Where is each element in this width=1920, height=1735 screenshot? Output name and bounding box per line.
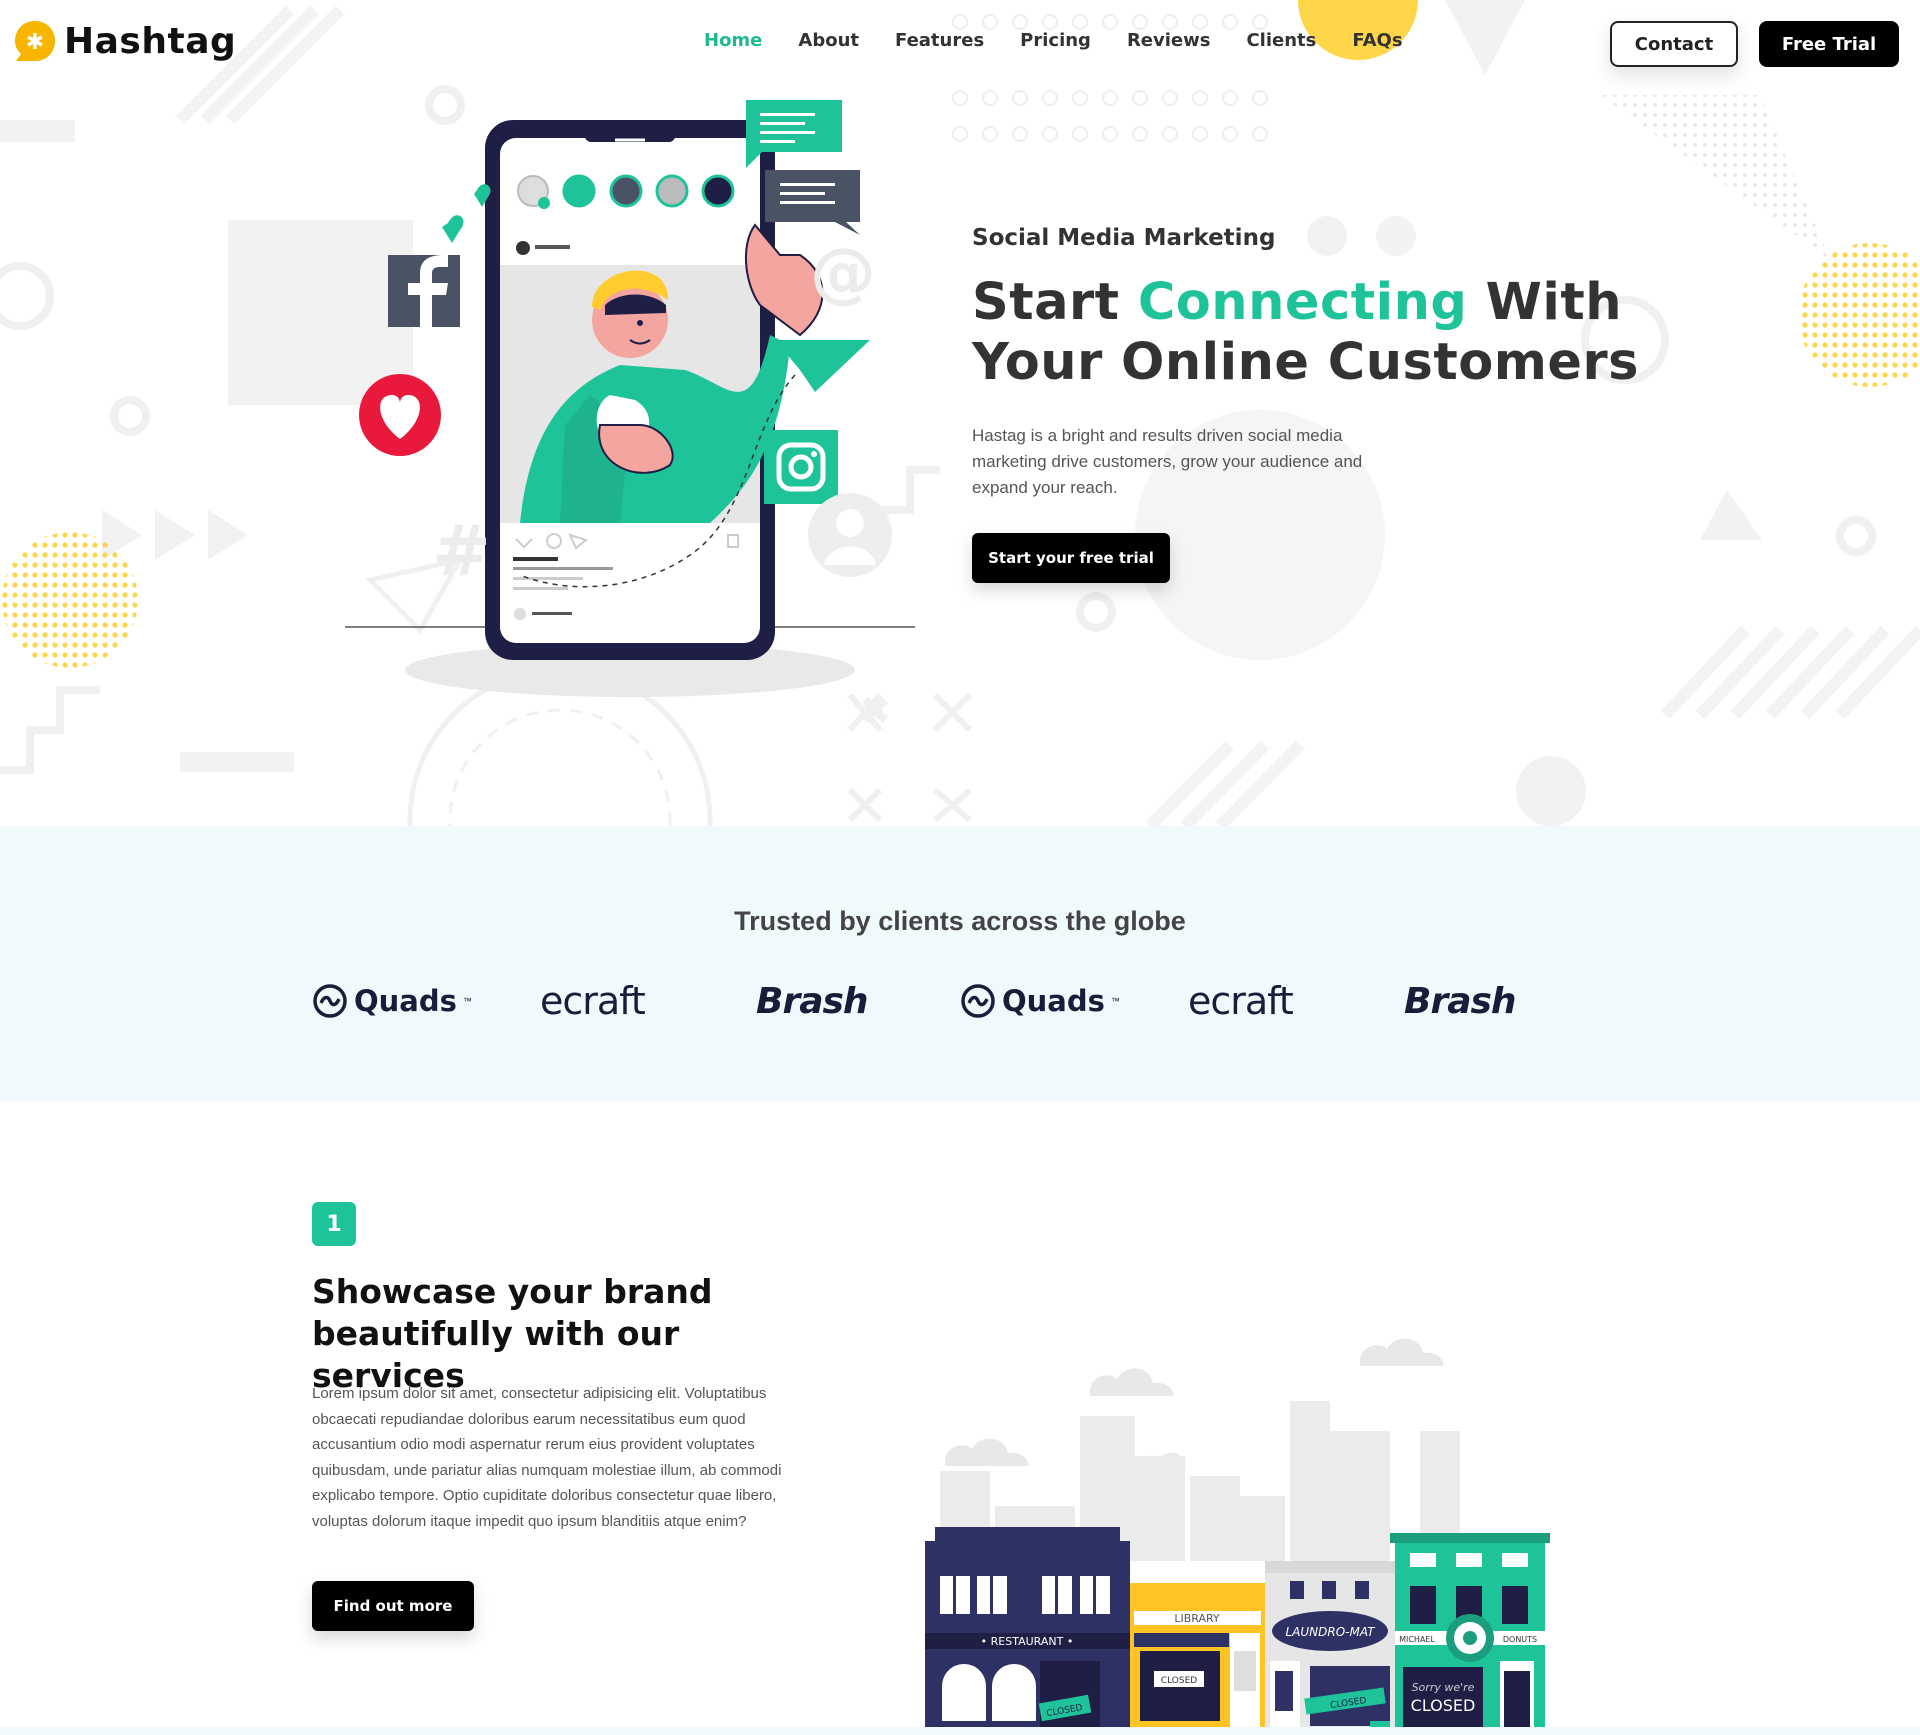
hero-content: Social Media Marketing Start Connecting … <box>972 225 1672 583</box>
hero-title-part2: With <box>1467 273 1623 332</box>
hero-kicker: Social Media Marketing <box>972 225 1276 251</box>
client-logo-quads: Quads ™ <box>960 976 1120 1026</box>
closed-big-text: CLOSED <box>1411 1696 1476 1715</box>
feature-number-badge: 1 <box>312 1202 356 1246</box>
hero-title-part1: Start <box>972 273 1138 332</box>
storefronts-illustration: • RESTAURANT • CLOSED LIBRARY CLOSED LAU… <box>925 1338 1550 1731</box>
svg-text:#: # <box>432 510 491 592</box>
client-logo-name: Brash <box>756 980 869 1022</box>
donut-shop-building: MICHAEL DONUTS Sorry we're CLOSED <box>1390 1533 1550 1731</box>
nav-item-reviews[interactable]: Reviews <box>1127 30 1211 51</box>
nav-item-faqs[interactable]: FAQs <box>1352 30 1402 51</box>
nav-item-clients[interactable]: Clients <box>1246 30 1316 51</box>
donuts-sign: DONUTS <box>1503 1635 1537 1644</box>
contact-button[interactable]: Contact <box>1610 21 1738 67</box>
hero-title-accent: Connecting <box>1137 273 1468 332</box>
hero-title-line2: Your Online Customers <box>972 333 1640 392</box>
free-trial-button[interactable]: Free Trial <box>1759 21 1899 67</box>
client-logo-name: Quads <box>1002 984 1105 1018</box>
feature-title: Showcase your brand beautifully with our… <box>312 1272 713 1395</box>
next-section-strip <box>0 1727 1920 1735</box>
instagram-icon <box>764 430 838 504</box>
nav-item-home[interactable]: Home <box>704 30 762 51</box>
library-building: LIBRARY CLOSED <box>1130 1583 1265 1731</box>
facebook-icon <box>388 254 460 327</box>
brand-name: Hashtag <box>64 20 237 62</box>
trademark-mark: ™ <box>462 996 472 1006</box>
hashtag-logo-icon: ✱ <box>15 21 55 61</box>
feature-section: 1 Showcase your brand beautifully with o… <box>0 1101 1920 1735</box>
laundromat-building: LAUNDRO-MAT CLOSED <box>1265 1561 1395 1731</box>
heart-bubble-icon <box>359 374 441 456</box>
client-logo-ecraft: ecraft <box>540 976 646 1026</box>
main-nav: Home About Features Pricing Reviews Clie… <box>704 30 1403 51</box>
svg-text:✱: ✱ <box>26 30 44 55</box>
feature-text: Lorem ipsum dolor sit amet, consectetur … <box>312 1385 782 1530</box>
client-logo-brash: Brash <box>756 976 869 1026</box>
client-logo-name: Brash <box>1404 980 1517 1022</box>
client-logo-ecraft: ecraft <box>1188 976 1294 1026</box>
clients-title: Trusted by clients across the globe <box>734 906 1186 936</box>
sorry-text: Sorry we're <box>1412 1681 1475 1694</box>
nav-item-features[interactable]: Features <box>895 30 984 51</box>
brand-logo[interactable]: ✱ Hashtag <box>12 18 236 64</box>
quads-logo-icon <box>961 984 995 1018</box>
client-logo-quads: Quads ™ <box>312 976 472 1026</box>
hero-title: Start Connecting With Your Online Custom… <box>972 273 1672 393</box>
client-logo-brash: Brash <box>1404 976 1517 1026</box>
clients-section: Trusted by clients across the globe Quad… <box>0 826 1920 1101</box>
client-logo-name: Quads <box>354 984 457 1018</box>
nav-item-pricing[interactable]: Pricing <box>1020 30 1091 51</box>
quads-logo-icon <box>313 984 347 1018</box>
laundromat-sign: LAUNDRO-MAT <box>1285 1625 1376 1639</box>
hero-description: Hastag is a bright and results driven so… <box>972 426 1363 497</box>
social-media-phone-illustration: # @ <box>345 100 915 697</box>
restaurant-sign: • RESTAURANT • <box>981 1635 1074 1648</box>
library-sign: LIBRARY <box>1174 1612 1220 1625</box>
svg-text:@: @ <box>810 234 876 311</box>
client-logo-name: ecraft <box>540 979 646 1023</box>
paper-plane-icon <box>775 340 870 392</box>
trademark-mark: ™ <box>1110 996 1120 1006</box>
find-out-more-button[interactable]: Find out more <box>312 1581 474 1631</box>
michael-sign: MICHAEL <box>1399 1635 1435 1644</box>
nav-item-about[interactable]: About <box>798 30 859 51</box>
site-header: ✱ Hashtag Home About Features Pricing Re… <box>0 0 1920 90</box>
library-closed-sign: CLOSED <box>1161 1676 1197 1686</box>
restaurant-building: • RESTAURANT • CLOSED <box>925 1527 1130 1731</box>
start-free-trial-button[interactable]: Start your free trial <box>972 533 1170 583</box>
client-logo-name: ecraft <box>1188 979 1294 1023</box>
hero-section: # @ Social Media Marketing Start Connect… <box>0 0 1920 826</box>
